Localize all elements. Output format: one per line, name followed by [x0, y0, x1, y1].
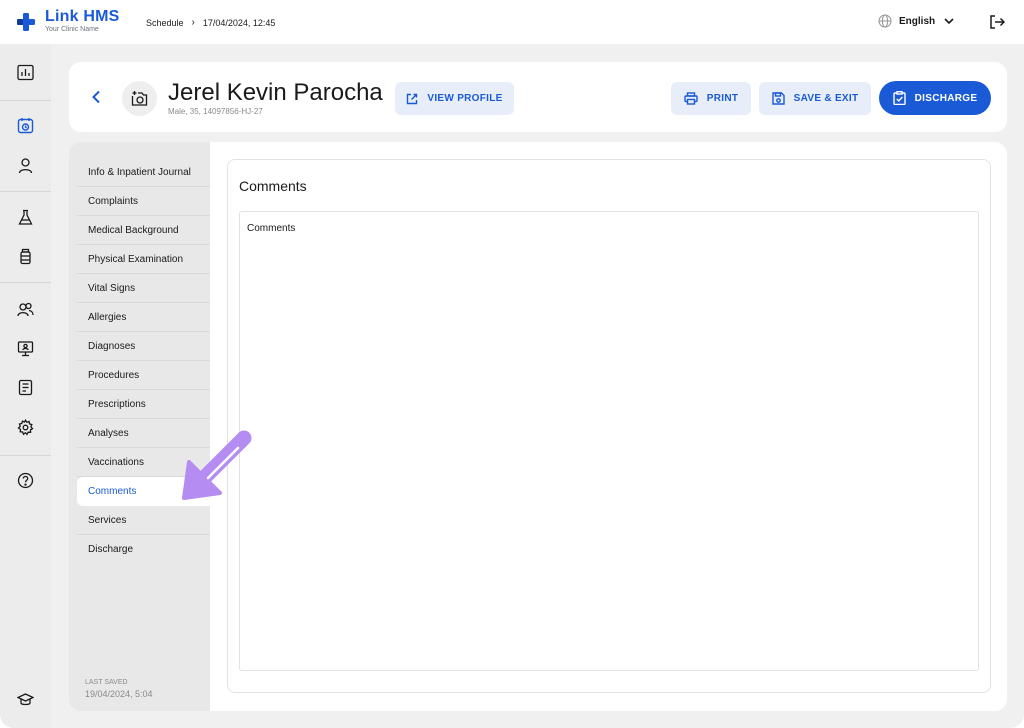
comments-textarea[interactable] [239, 211, 979, 671]
last-saved-label: LAST SAVED [85, 679, 128, 686]
users-icon[interactable] [17, 301, 34, 318]
app-window: Link HMS Your Clinic Name Schedule › 17/… [0, 0, 1024, 728]
clipboard-check-icon [892, 91, 906, 105]
monitor-icon[interactable] [17, 340, 34, 357]
comments-title: Comments [239, 178, 307, 194]
view-profile-button[interactable]: VIEW PROFILE [395, 82, 514, 115]
nav-item-diagnoses[interactable]: Diagnoses [77, 332, 210, 361]
external-link-icon [407, 93, 418, 104]
last-saved: LAST SAVED 19/04/2024, 5:04 [85, 678, 153, 700]
save-exit-button[interactable]: SAVE & EXIT [759, 82, 871, 115]
logout-icon [990, 15, 1006, 29]
language-selector[interactable]: English [878, 14, 961, 28]
user-icon[interactable] [17, 157, 34, 174]
save-icon [771, 92, 785, 105]
chevron-left-icon [92, 90, 100, 104]
globe-icon [878, 14, 892, 28]
nav-item-physical-examination[interactable]: Physical Examination [77, 245, 210, 274]
patient-avatar[interactable] [122, 81, 157, 116]
chevron-down-icon [944, 17, 954, 24]
comments-card: Comments [227, 159, 991, 693]
add-photo-icon [131, 91, 148, 106]
clinic-name: Your Clinic Name [45, 26, 99, 33]
top-bar: Link HMS Your Clinic Name Schedule › 17/… [0, 0, 1024, 44]
breadcrumb: Schedule › 17/04/2024, 12:45 [146, 17, 275, 28]
discharge-label: DISCHARGE [914, 92, 978, 104]
nav-item-allergies[interactable]: Allergies [77, 303, 210, 332]
flask-icon[interactable] [17, 209, 34, 226]
print-label: PRINT [706, 93, 739, 104]
nav-item-services[interactable]: Services [77, 506, 210, 535]
nav-item-complaints[interactable]: Complaints [77, 187, 210, 216]
breadcrumb-schedule[interactable]: Schedule [146, 18, 184, 28]
nav-item-prescriptions[interactable]: Prescriptions [77, 390, 210, 419]
logout-button[interactable] [989, 14, 1006, 35]
discharge-button[interactable]: DISCHARGE [879, 81, 991, 115]
nav-item-vital-signs[interactable]: Vital Signs [77, 274, 210, 303]
print-button[interactable]: PRINT [671, 82, 751, 115]
record-panel: Info & Inpatient Journal Complaints Medica… [69, 142, 1007, 711]
nav-item-procedures[interactable]: Procedures [77, 361, 210, 390]
nav-item-info-inpatient-journal[interactable]: Info & Inpatient Journal [77, 158, 210, 187]
help-icon[interactable] [17, 472, 34, 489]
calendar-icon[interactable] [17, 117, 34, 134]
content-area: Comments [210, 142, 1007, 711]
nav-item-discharge[interactable]: Discharge [77, 535, 210, 564]
rail-divider [0, 191, 51, 192]
sidebar-rail [0, 44, 51, 728]
section-nav: Info & Inpatient Journal Complaints Medica… [77, 158, 210, 564]
last-saved-value: 19/04/2024, 5:04 [85, 688, 153, 699]
nav-item-medical-background[interactable]: Medical Background [77, 216, 210, 245]
breadcrumb-separator: › [191, 17, 195, 28]
save-exit-label: SAVE & EXIT [793, 93, 859, 104]
dashboard-icon[interactable] [17, 64, 34, 81]
app-name: Link HMS [45, 8, 120, 25]
medicine-bottle-icon[interactable] [17, 248, 34, 265]
rail-divider [0, 100, 51, 101]
settings-icon[interactable] [17, 418, 34, 436]
report-icon[interactable] [17, 379, 34, 396]
back-button[interactable] [91, 90, 101, 109]
rail-divider [0, 282, 51, 283]
rail-divider [0, 455, 51, 456]
patient-header: Jerel Kevin Parocha Male, 35, 14097856-H… [69, 62, 1007, 132]
breadcrumb-datetime: 17/04/2024, 12:45 [202, 17, 276, 28]
patient-meta: Male, 35, 14097856-HJ-27 [168, 107, 263, 116]
patient-name: Jerel Kevin Parocha [168, 79, 383, 106]
nav-item-comments[interactable]: Comments [77, 477, 210, 506]
nav-item-analyses[interactable]: Analyses [77, 419, 210, 448]
logo-cross-icon [16, 12, 36, 32]
view-profile-label: VIEW PROFILE [427, 93, 503, 104]
app-logo[interactable]: Link HMS Your Clinic Name [16, 9, 120, 33]
graduation-cap-icon[interactable] [16, 691, 35, 708]
printer-icon [684, 92, 698, 105]
nav-item-vaccinations[interactable]: Vaccinations [77, 448, 210, 477]
language-label: English [899, 15, 936, 27]
